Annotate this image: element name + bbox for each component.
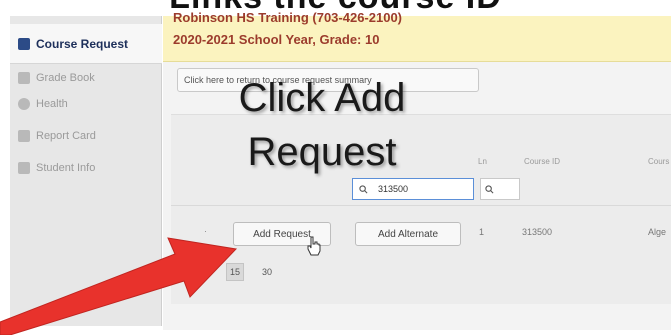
hand-cursor-icon bbox=[307, 236, 321, 256]
pointer-arrow-icon bbox=[0, 237, 238, 335]
